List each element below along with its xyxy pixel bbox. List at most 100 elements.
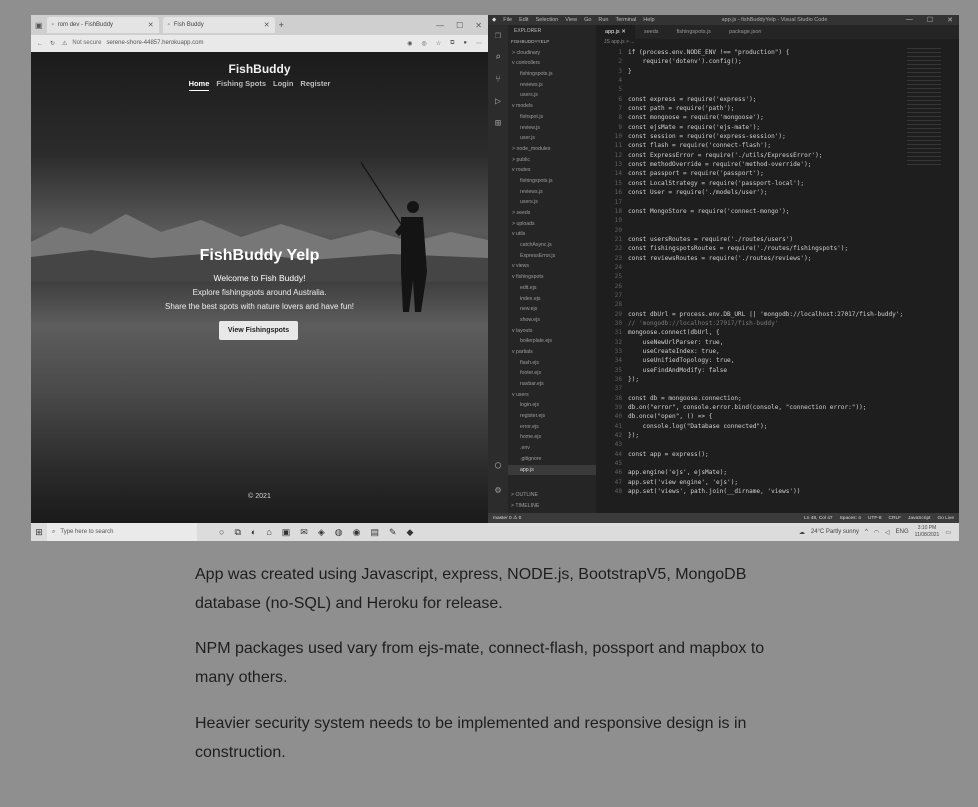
view-fishingspots-button[interactable]: View Fishingspots [219, 321, 298, 340]
volume-icon[interactable]: ◁ [885, 529, 890, 536]
refresh-icon[interactable]: ↻ [50, 40, 55, 47]
file-tree-item[interactable]: users.js [508, 197, 596, 208]
file-tree-item[interactable]: show.ejs [508, 315, 596, 326]
file-tree-item[interactable]: index.ejs [508, 294, 596, 305]
file-tree-item[interactable]: > node_modules [508, 144, 596, 155]
account-icon[interactable]: ◯ [488, 455, 508, 477]
project-folder[interactable]: FISHBUDDYYELP [508, 37, 596, 48]
menu-run[interactable]: Run [598, 17, 608, 23]
file-tree-item[interactable]: v fishingspots [508, 272, 596, 283]
menu-help[interactable]: Help [643, 17, 654, 23]
close-window-icon[interactable]: ✕ [947, 16, 953, 24]
run-debug-icon[interactable]: ▷ [488, 91, 508, 113]
mail-icon[interactable]: ✉ [300, 527, 308, 538]
outline-section[interactable]: > OUTLINE [508, 490, 538, 501]
tab-seeds[interactable]: seeds [635, 25, 668, 39]
file-tree-item[interactable]: > uploads [508, 219, 596, 230]
nav-register[interactable]: Register [300, 79, 330, 91]
site-brand[interactable]: FishBuddy [31, 62, 488, 76]
file-tree-item[interactable]: v users [508, 390, 596, 401]
file-tree-item[interactable]: v views [508, 261, 596, 272]
notifications-icon[interactable]: ▭ [945, 529, 951, 536]
file-tree-item[interactable]: > public [508, 155, 596, 166]
profile-icon[interactable]: ● [463, 40, 467, 47]
status-item[interactable]: Spaces: 4 [840, 516, 861, 521]
code-editor[interactable]: 1 if (process.env.NODE_ENV !== "productio… [596, 48, 906, 497]
menu-view[interactable]: View [565, 17, 577, 23]
file-tree-item[interactable]: login.ejs [508, 400, 596, 411]
status-item[interactable]: CRLF [889, 516, 902, 521]
file-tree-item[interactable]: fishspot.js [508, 112, 596, 123]
network-icon[interactable]: ◠ [874, 529, 879, 536]
briefcase-icon[interactable]: ▣ [282, 527, 291, 538]
file-tree-item[interactable]: reviews.js [508, 187, 596, 198]
file-tree-item[interactable]: app.js [508, 464, 596, 476]
branch-status[interactable]: master 0 ⚠ 0 [493, 516, 521, 521]
file-tree-item[interactable]: fishingspots.js [508, 69, 596, 80]
menu-selection[interactable]: Selection [536, 17, 559, 23]
lang-indicator[interactable]: ENG [896, 529, 909, 535]
tab-package-json[interactable]: package.json [720, 25, 770, 39]
nav-home[interactable]: Home [188, 79, 210, 91]
tab-actions-icon[interactable]: ▣ [35, 21, 43, 30]
file-tree-item[interactable]: catchAsync.js [508, 240, 596, 251]
status-item[interactable]: UTF-8 [868, 516, 882, 521]
store-icon[interactable]: ⌂ [266, 527, 271, 538]
source-control-icon[interactable]: ⑂ [488, 69, 508, 91]
close-icon[interactable]: ✕ [264, 21, 270, 29]
file-tree-item[interactable]: .gitignore [508, 454, 596, 465]
file-tree-item[interactable]: fishingspots.js [508, 176, 596, 187]
breadcrumb[interactable]: JS app.js > ... [596, 39, 959, 48]
menu-edit[interactable]: Edit [519, 17, 528, 23]
tray-chevron-icon[interactable]: ^ [865, 529, 868, 535]
translate-icon[interactable]: ◎ [421, 40, 426, 47]
settings-gear-icon[interactable]: ⚙ [488, 480, 508, 502]
chrome-icon[interactable]: ◍ [335, 527, 343, 538]
file-tree-item[interactable]: footer.ejs [508, 368, 596, 379]
vscode-taskbar-icon[interactable]: ◆ [407, 527, 414, 538]
edge-icon[interactable]: ◐ [251, 527, 256, 538]
file-tree-item[interactable]: error.ejs [508, 422, 596, 433]
task-view-icon[interactable]: ⧉ [234, 527, 240, 538]
weather-text[interactable]: 24°C Partly sunny [811, 529, 859, 535]
status-item[interactable]: JavaScript [908, 516, 930, 521]
file-tree-item[interactable]: users.js [508, 90, 596, 101]
status-item[interactable]: Go Live [937, 516, 954, 521]
file-tree-item[interactable]: v routes [508, 165, 596, 176]
file-tree-item[interactable]: v partials [508, 347, 596, 358]
taskbar-search[interactable]: ⌕ Type here to search [47, 523, 197, 541]
favorite-icon[interactable]: ☆ [436, 40, 441, 47]
new-tab-button[interactable]: + [279, 20, 284, 30]
files-icon[interactable]: ❐ [488, 25, 508, 47]
file-tree-item[interactable]: boilerplate.ejs [508, 336, 596, 347]
clock[interactable]: 3:10 PM 11/08/2021 [915, 525, 940, 539]
browser-tab-2[interactable]: ▫ Fish Buddy ✕ [162, 17, 275, 33]
url-field[interactable]: serene-shore-44857.herokuapp.com [106, 40, 203, 47]
file-tree-item[interactable]: v controllers [508, 58, 596, 69]
menu-icon[interactable]: ⋯ [476, 40, 482, 47]
tab-app-js[interactable]: app.js ✕ [596, 25, 635, 39]
browser-tab-1[interactable]: ▫ rom dev - FishBuddy ✕ [46, 17, 159, 33]
file-tree-item[interactable]: > seeds [508, 208, 596, 219]
menu-terminal[interactable]: Terminal [616, 17, 637, 23]
file-tree-item[interactable]: new.ejs [508, 304, 596, 315]
minimize-icon[interactable]: — [436, 21, 444, 30]
file-tree-item[interactable]: flash.ejs [508, 358, 596, 369]
timeline-section[interactable]: > TIMELINE [508, 501, 539, 512]
file-tree-item[interactable]: review.js [508, 123, 596, 134]
file-tree-item[interactable]: register.ejs [508, 411, 596, 422]
minimap[interactable] [907, 48, 941, 168]
file-tree-item[interactable]: > cloudinary [508, 48, 596, 59]
nav-fishing-spots[interactable]: Fishing Spots [216, 79, 266, 91]
back-icon[interactable]: ← [37, 41, 43, 47]
maximize-icon[interactable]: ☐ [927, 16, 933, 24]
extensions-icon[interactable]: ⊞ [488, 113, 508, 135]
settings-app-icon[interactable]: ◉ [353, 527, 361, 538]
cortana-icon[interactable]: ○ [219, 527, 224, 538]
pen-icon[interactable]: ✎ [389, 527, 397, 538]
close-window-icon[interactable]: ✕ [475, 21, 482, 30]
file-tree-item[interactable]: .env [508, 443, 596, 454]
file-tree-item[interactable]: home.ejs [508, 432, 596, 443]
app-icon[interactable]: ◈ [318, 527, 325, 538]
tab-fishingspots-js[interactable]: fishingspots.js [668, 25, 721, 39]
